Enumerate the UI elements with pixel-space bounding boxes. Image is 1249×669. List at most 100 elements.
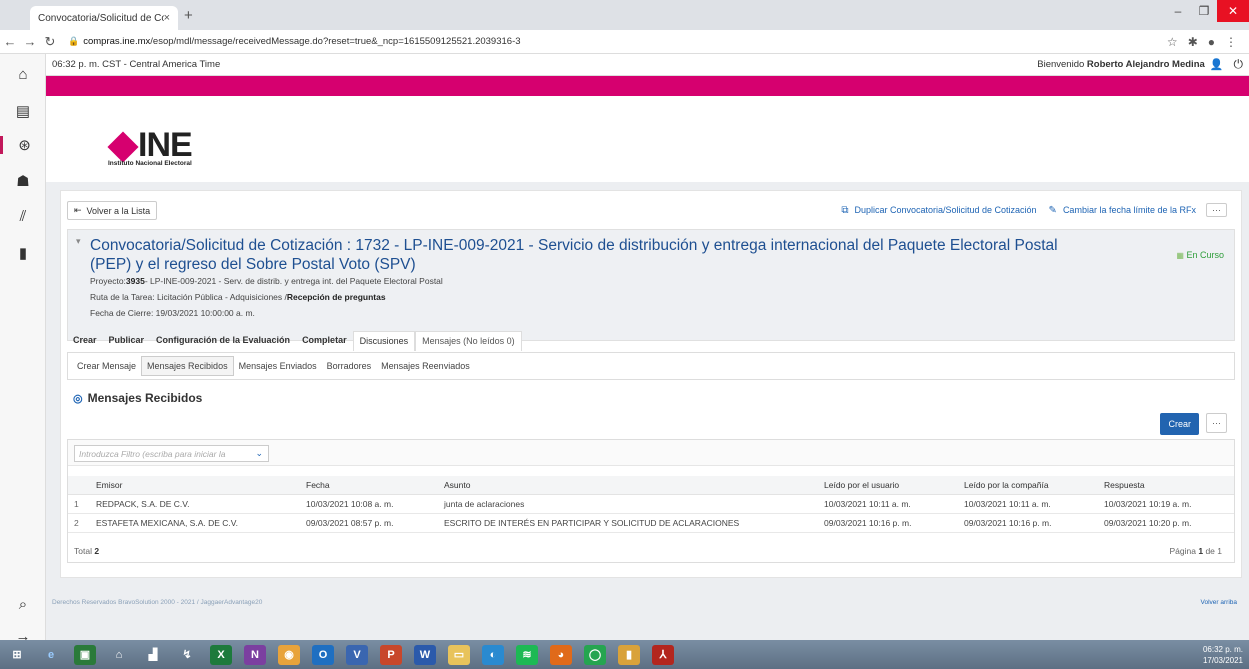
back-to-list-button[interactable]: ⇤ Volver a la Lista	[67, 201, 158, 220]
whatsapp-icon[interactable]: ◯	[584, 644, 606, 665]
home-app-icon[interactable]: ⌂	[108, 645, 130, 665]
table-row[interactable]: 2 ESTAFETA MEXICANA, S.A. DE C.V. 09/03/…	[68, 513, 1234, 533]
minimize-icon[interactable]: –	[1165, 0, 1191, 22]
powerpoint-icon[interactable]: P	[380, 644, 402, 665]
forward-arrow-icon[interactable]: →	[20, 34, 40, 49]
tab-publicar[interactable]: Publicar	[103, 331, 151, 351]
globe-icon[interactable]: ⊛	[0, 136, 46, 154]
chart-app-icon[interactable]: ▟	[142, 645, 164, 665]
tab-configuracion[interactable]: Configuración de la Evaluación	[150, 331, 296, 351]
word-icon[interactable]: W	[414, 644, 436, 665]
duplicate-link[interactable]: Duplicar Convocatoria/Solicitud de Cotiz…	[854, 205, 1036, 215]
app-icon[interactable]: ▣	[74, 644, 96, 665]
chrome-icon[interactable]: ◉	[278, 644, 300, 665]
pin-icon[interactable]: ↯	[176, 645, 198, 665]
subtab-borradores[interactable]: Borradores	[322, 357, 377, 375]
more-actions-button[interactable]: ···	[1206, 203, 1227, 217]
browser-tab[interactable]: Convocatoria/Solicitud de Cotiza ×	[30, 6, 178, 30]
col-fecha[interactable]: Fecha	[300, 476, 438, 495]
profile-icon[interactable]: ●	[1208, 35, 1215, 49]
star-icon[interactable]: ☆	[1167, 35, 1178, 49]
back-arrow-icon[interactable]: ←	[0, 34, 20, 49]
subtab-mensajes-recibidos[interactable]: Mensajes Recibidos	[141, 356, 234, 376]
page-current: 1	[1198, 546, 1204, 556]
subtab-crear-mensaje[interactable]: Crear Mensaje	[72, 357, 141, 375]
col-asunto[interactable]: Asunto	[438, 476, 818, 495]
browser-tab-title: Convocatoria/Solicitud de Cotiza	[38, 12, 164, 24]
tab-discusiones[interactable]: Discusiones	[352, 331, 416, 351]
collapse-chevron-icon[interactable]: ▾	[76, 236, 81, 247]
menu-dots-icon[interactable]: ⋮	[1225, 35, 1237, 49]
filter-row: Introduzca Filtro (escriba para iniciar …	[68, 440, 1234, 466]
col-emisor[interactable]: Emisor	[90, 476, 300, 495]
row-asunto[interactable]: ESCRITO DE INTERÉS EN PARTICIPAR Y SOLIC…	[438, 513, 818, 533]
taskbar-clock[interactable]: 06:32 p. m. 17/03/2021	[1203, 644, 1243, 666]
reload-icon[interactable]: ↻	[40, 34, 60, 50]
duplicate-icon: ⧉	[841, 204, 849, 216]
row-leido-compania: 10/03/2021 10:11 a. m.	[958, 494, 1098, 514]
users-icon[interactable]: ☗	[0, 172, 46, 190]
close-window-icon[interactable]: ✕	[1217, 0, 1249, 22]
row-respuesta: 09/03/2021 10:20 p. m.	[1098, 513, 1234, 533]
extension-icon[interactable]: ✱	[1188, 35, 1198, 49]
back-to-top-link[interactable]: Volver arriba	[1201, 599, 1238, 606]
explorer-icon[interactable]: ▭	[448, 644, 470, 665]
total-value: 2	[94, 546, 100, 556]
edge-icon[interactable]: ◐	[482, 644, 504, 665]
col-leido-usuario[interactable]: Leído por el usuario	[818, 476, 958, 495]
message-subtabs: Crear Mensaje Mensajes Recibidos Mensaje…	[67, 352, 1235, 380]
home-icon[interactable]: ⌂	[0, 66, 46, 83]
lock-icon[interactable]: 🔒	[68, 36, 79, 47]
logo-subtitle: Instituto Nacional Electoral	[108, 160, 192, 167]
pdf-icon[interactable]: ⅄	[652, 644, 674, 665]
messages-table: Introduzca Filtro (escriba para iniciar …	[67, 439, 1235, 563]
project-code: 3935	[125, 276, 145, 286]
outlook-icon[interactable]: O	[312, 644, 334, 665]
filter-input[interactable]: Introduzca Filtro (escriba para iniciar …	[74, 445, 269, 462]
logo-diamond-icon	[107, 131, 139, 163]
tab-completar[interactable]: Completar	[296, 331, 353, 351]
subtab-mensajes-reenviados[interactable]: Mensajes Reenviados	[376, 357, 475, 375]
close-date: Fecha de Cierre: 19/03/2021 10:00:00 a. …	[90, 308, 255, 318]
windows-start-icon[interactable]: ⊞	[6, 645, 28, 665]
pagination: Página 1 de 1	[1170, 546, 1223, 556]
tab-crear[interactable]: Crear	[67, 331, 103, 351]
search-icon[interactable]: ⌕	[0, 596, 46, 613]
url-field[interactable]: compras.ine.mx/esop/mdl/message/received…	[83, 36, 1167, 47]
address-bar: ← → ↻ 🔒 compras.ine.mx/esop/mdl/message/…	[0, 30, 1249, 54]
tab-mensajes[interactable]: Mensajes (No leídos 0)	[415, 331, 522, 351]
restore-icon[interactable]: ❐	[1191, 0, 1217, 22]
documents-icon[interactable]: ▮	[0, 244, 46, 262]
create-message-button[interactable]: Crear	[1160, 413, 1199, 435]
ie-icon[interactable]: e	[40, 645, 62, 665]
logout-icon[interactable]: ⏻	[1234, 57, 1244, 72]
chevron-down-icon[interactable]: ⌄	[255, 448, 263, 459]
onenote-icon[interactable]: N	[244, 644, 266, 665]
total-label: Total	[74, 546, 92, 556]
close-tab-icon[interactable]: ×	[164, 12, 170, 24]
subtab-mensajes-enviados[interactable]: Mensajes Enviados	[234, 357, 322, 375]
col-respuesta[interactable]: Respuesta	[1098, 476, 1234, 495]
visio-icon[interactable]: V	[346, 644, 368, 665]
files-icon[interactable]: ▮	[618, 644, 640, 665]
clock-date: 17/03/2021	[1202, 656, 1243, 665]
user-name[interactable]: Roberto Alejandro Medina	[1087, 59, 1205, 70]
section-title: ◎ Mensajes Recibidos	[73, 391, 202, 405]
change-date-link[interactable]: Cambiar la fecha límite de la RFx	[1063, 205, 1196, 215]
table-row[interactable]: 1 REDPACK, S.A. DE C.V. 10/03/2021 10:08…	[68, 494, 1234, 514]
row-number: 1	[68, 494, 90, 514]
firefox-icon[interactable]: ◕	[550, 644, 572, 665]
row-emisor[interactable]: ESTAFETA MEXICANA, S.A. DE C.V.	[90, 513, 300, 533]
table-header-row: Emisor Fecha Asunto Leído por el usuario…	[68, 476, 1234, 495]
dashboard-icon[interactable]: ▤	[0, 102, 46, 120]
row-emisor[interactable]: REDPACK, S.A. DE C.V.	[90, 494, 300, 514]
url-host: compras.ine.mx	[83, 36, 151, 47]
excel-icon[interactable]: X	[210, 644, 232, 665]
more-options-button[interactable]: ···	[1206, 413, 1227, 433]
new-tab-button[interactable]: +	[184, 7, 193, 24]
col-leido-compania[interactable]: Leído por la compañía	[958, 476, 1098, 495]
spotify-icon[interactable]: ≋	[516, 644, 538, 665]
chart-icon[interactable]: ⫽	[0, 208, 46, 225]
row-asunto[interactable]: junta de aclaraciones	[438, 494, 818, 514]
user-icon[interactable]: 👤	[1210, 58, 1224, 71]
